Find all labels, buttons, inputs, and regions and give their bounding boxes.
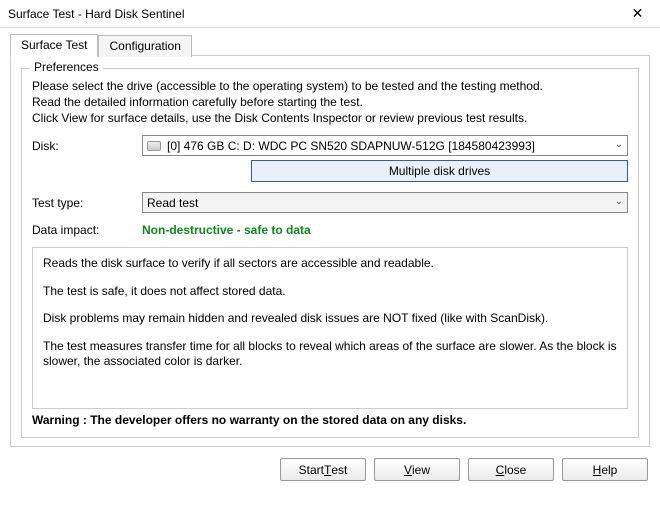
- multiple-disk-drives-button[interactable]: Multiple disk drives: [251, 160, 628, 182]
- start-test-button[interactable]: Start Test: [280, 458, 366, 481]
- preferences-legend: Preferences: [30, 60, 103, 74]
- chevron-down-icon: ⌄: [615, 196, 623, 207]
- titlebar: Surface Test - Hard Disk Sentinel ✕: [0, 0, 660, 28]
- disk-combo-value: [0] 476 GB C: D: WDC PC SN520 SDAPNUW-51…: [167, 139, 535, 153]
- test-type-value: Read test: [147, 196, 198, 210]
- preferences-group: Preferences Please select the drive (acc…: [21, 68, 639, 438]
- intro-line-2: Read the detailed information carefully …: [32, 95, 628, 109]
- warning-text: Warning : The developer offers no warran…: [32, 413, 628, 427]
- description-box: Reads the disk surface to verify if all …: [32, 247, 628, 409]
- chevron-down-icon: ⌄: [615, 139, 623, 150]
- intro-line-3: Click View for surface details, use the …: [32, 111, 628, 125]
- intro-line-1: Please select the drive (accessible to t…: [32, 79, 628, 93]
- tab-strip: Surface Test Configuration: [10, 34, 660, 56]
- view-button[interactable]: View: [374, 458, 460, 481]
- disk-row: Disk: [0] 476 GB C: D: WDC PC SN520 SDAP…: [32, 135, 628, 156]
- tab-configuration[interactable]: Configuration: [98, 35, 191, 57]
- data-impact-label: Data impact:: [32, 223, 142, 237]
- data-impact-value: Non-destructive - safe to data: [142, 223, 311, 237]
- test-type-row: Test type: Read test ⌄: [32, 192, 628, 213]
- warning-prefix: Warning :: [32, 413, 90, 427]
- tab-surface-test[interactable]: Surface Test: [10, 34, 98, 57]
- data-impact-row: Data impact: Non-destructive - safe to d…: [32, 223, 628, 237]
- help-button[interactable]: Help: [562, 458, 648, 481]
- tab-content: Preferences Please select the drive (acc…: [10, 55, 650, 447]
- description-p4: The test measures transfer time for all …: [43, 339, 617, 370]
- close-button[interactable]: Close: [468, 458, 554, 481]
- warning-body: The developer offers no warranty on the …: [90, 413, 466, 427]
- description-p1: Reads the disk surface to verify if all …: [43, 256, 617, 272]
- disk-label: Disk:: [32, 139, 142, 153]
- test-type-label: Test type:: [32, 196, 142, 210]
- close-icon[interactable]: ✕: [615, 0, 660, 28]
- disk-icon: [147, 141, 161, 151]
- test-type-combo[interactable]: Read test ⌄: [142, 192, 628, 213]
- disk-combo[interactable]: [0] 476 GB C: D: WDC PC SN520 SDAPNUW-51…: [142, 135, 628, 156]
- description-p3: Disk problems may remain hidden and reve…: [43, 311, 617, 327]
- description-p2: The test is safe, it does not affect sto…: [43, 284, 617, 300]
- window-title: Surface Test - Hard Disk Sentinel: [8, 7, 185, 21]
- dialog-button-row: Start Test View Close Help: [0, 454, 660, 491]
